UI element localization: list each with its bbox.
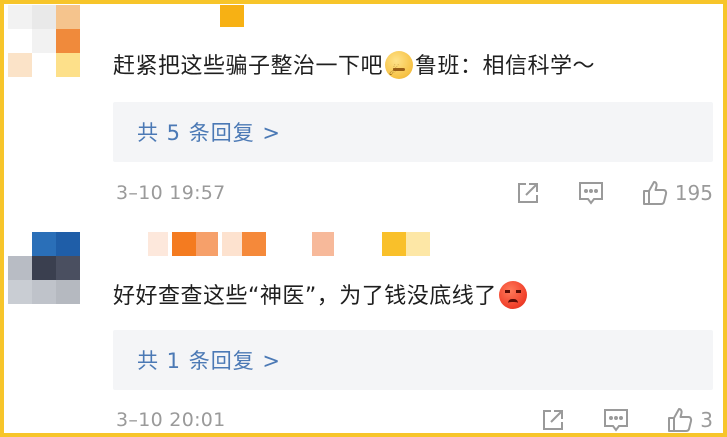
comment-meta: 3–10 19:57 195 (116, 178, 713, 208)
username[interactable] (148, 232, 433, 256)
comment-text-part: 赶紧把这些骗子整治一下吧 (113, 54, 384, 79)
comment-meta: 3–10 20:01 3 (116, 405, 713, 435)
like-button[interactable]: 195 (641, 179, 713, 207)
angry-face-icon (498, 281, 527, 309)
comment-text-part: 鲁班：相信科学～ (415, 54, 596, 79)
thumbs-up-icon (668, 408, 693, 432)
avatar[interactable] (8, 232, 80, 304)
comment-text: 赶紧把这些骗子整治一下吧 鲁班：相信科学～ (113, 50, 596, 88)
thumbs-up-icon (642, 181, 667, 205)
comment-button[interactable] (577, 180, 605, 206)
comment-timestamp: 3–10 19:57 (116, 182, 226, 204)
like-button[interactable]: 3 (666, 406, 713, 434)
username[interactable] (220, 5, 244, 27)
share-icon (517, 183, 538, 203)
share-icon (543, 410, 564, 430)
like-count: 3 (700, 408, 713, 432)
view-replies-link[interactable]: 共 1 条回复 > (137, 345, 281, 375)
comment-text-part: 好好查查这些“神医”，为了钱没底线了 (113, 284, 497, 309)
replies-box: 共 5 条回复 > (113, 102, 713, 162)
view-replies-link[interactable]: 共 5 条回复 > (137, 117, 281, 147)
comment-icon (604, 409, 629, 432)
comment-button[interactable] (602, 407, 630, 433)
like-count: 195 (674, 181, 713, 205)
comment-timestamp: 3–10 20:01 (116, 409, 226, 431)
dizzy-face-icon (385, 51, 414, 88)
share-button[interactable] (515, 180, 541, 206)
comment-icon (578, 182, 603, 205)
avatar[interactable] (8, 5, 80, 77)
replies-box: 共 1 条回复 > (113, 330, 713, 390)
comment-text: 好好查查这些“神医”，为了钱没底线了 (113, 280, 529, 314)
share-button[interactable] (540, 407, 566, 433)
